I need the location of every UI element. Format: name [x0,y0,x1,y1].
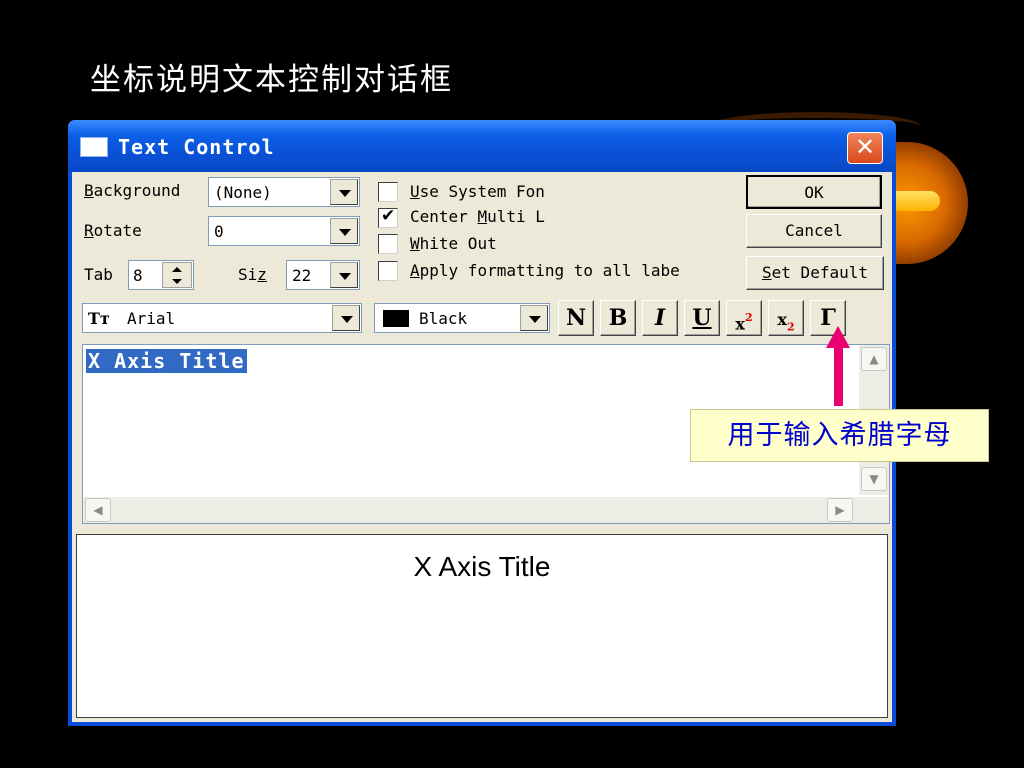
center-multi-line-label: Center Multi L [410,207,545,226]
background-label: Background [84,181,181,200]
window-icon [80,137,108,157]
use-system-font-label: Use System Fon [410,182,545,201]
subscript-button[interactable]: x2 [768,300,804,336]
tab-value: 8 [133,266,143,285]
use-system-font-checkbox[interactable] [378,182,398,202]
rotate-label: Rotate [84,221,142,240]
chevron-down-icon[interactable] [330,218,358,244]
underline-button[interactable]: U [684,300,720,336]
color-dropdown[interactable]: Black [374,303,550,333]
background-value: (None) [214,183,272,202]
horizontal-scrollbar[interactable]: ◀ ▶ [83,497,889,523]
scroll-down-icon[interactable]: ▼ [861,467,887,491]
cancel-button[interactable]: Cancel [746,214,882,248]
size-label: Siz [238,265,267,284]
window-title: Text Control [118,135,275,159]
normal-button[interactable]: N [558,300,594,336]
font-dropdown[interactable]: Tт Arial [82,303,362,333]
italic-button[interactable]: I [642,300,678,336]
title-bar[interactable]: Text Control ✕ [68,120,896,172]
bold-button[interactable]: B [600,300,636,336]
apply-to-all-labels-label: Apply formatting to all labe [410,261,680,280]
scroll-right-icon[interactable]: ▶ [827,498,853,522]
annotation-arrow-head-icon [826,326,850,348]
color-value: Black [419,309,468,328]
ok-button[interactable]: OK [746,175,882,209]
font-value: Arial [127,309,176,328]
apply-to-all-labels-checkbox[interactable] [378,261,398,281]
selected-text[interactable]: X Axis Title [86,349,247,373]
truetype-font-icon: Tт [88,309,110,328]
preview-text: X Axis Title [413,551,551,582]
annotation-arrow [834,346,843,406]
white-out-label: White Out [410,234,497,253]
scroll-left-icon[interactable]: ◀ [85,498,111,522]
spin-arrows-icon[interactable] [162,262,192,288]
chevron-down-icon[interactable] [520,305,548,331]
background-dropdown[interactable]: (None) [208,177,360,207]
close-button[interactable]: ✕ [847,132,883,164]
chevron-down-icon[interactable] [330,262,358,288]
rotate-dropdown[interactable]: 0 [208,216,360,246]
set-default-button[interactable]: Set Default [746,256,884,290]
center-multi-line-checkbox[interactable]: ✔ [378,206,398,228]
scroll-up-icon[interactable]: ▲ [861,347,887,371]
white-out-checkbox[interactable] [378,234,398,254]
annotation-callout: 用于输入希腊字母 [690,409,989,462]
chevron-down-icon[interactable] [332,305,360,331]
chevron-down-icon[interactable] [330,179,358,205]
label-preview: X Axis Title [76,534,888,718]
slide-title: 坐标说明文本控制对话框 [90,62,453,98]
tab-label: Tab [84,265,113,284]
size-value: 22 [292,266,312,285]
color-swatch [383,310,409,327]
tab-stepper[interactable]: 8 [128,260,194,290]
superscript-button[interactable]: x2 [726,300,762,336]
size-dropdown[interactable]: 22 [286,260,360,290]
rotate-value: 0 [214,222,224,241]
checkmark-icon: ✔ [381,206,396,226]
